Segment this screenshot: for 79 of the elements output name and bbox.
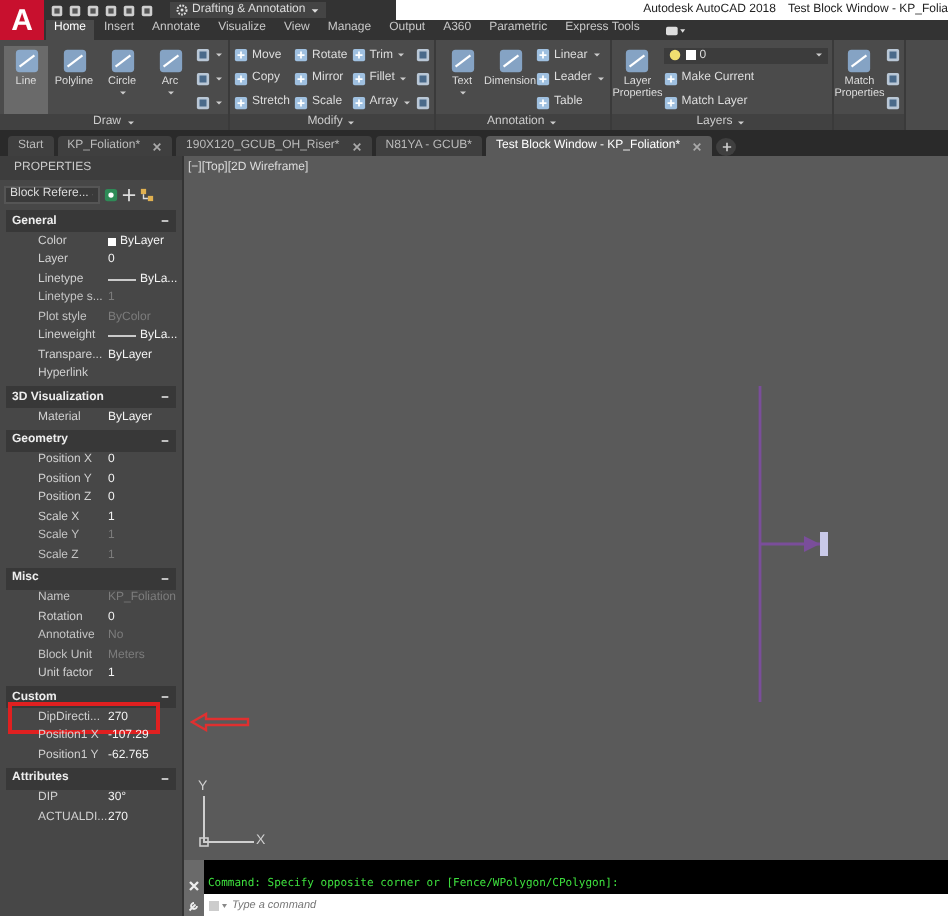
caret-icon[interactable] [346, 119, 357, 125]
plus-icon[interactable] [721, 142, 732, 152]
caret-icon[interactable] [736, 119, 747, 125]
tool-icon [624, 47, 651, 73]
wrench-icon[interactable] [188, 900, 200, 912]
toggle-pickadd-icon[interactable] [104, 187, 118, 201]
caret-icon[interactable] [309, 5, 320, 15]
tool-icon [234, 95, 248, 110]
caret-icon[interactable] [548, 119, 559, 125]
color-swatch [685, 50, 696, 60]
caret-icon[interactable] [398, 75, 409, 82]
tool-icon [294, 48, 309, 63]
collapse-icon[interactable] [160, 573, 170, 583]
ribbon-options-icon[interactable] [665, 25, 686, 35]
quick-access-icon[interactable] [86, 3, 100, 17]
ribbon-tool-button[interactable] [196, 46, 224, 65]
quick-access-icon[interactable] [122, 3, 136, 17]
color-swatch [108, 237, 116, 246]
select-objects-icon[interactable] [122, 187, 136, 201]
tool-icon [294, 71, 309, 86]
tool-icon [234, 48, 248, 63]
tool-icon [449, 47, 476, 73]
tool-icon [536, 71, 551, 86]
ribbon-tool-button[interactable] [416, 46, 431, 65]
close-icon[interactable] [692, 141, 703, 151]
ribbon-tool-button[interactable] [885, 93, 900, 112]
tool-icon [157, 47, 183, 73]
ribbon-tool-button[interactable] [885, 46, 900, 65]
collapse-icon[interactable] [160, 773, 170, 783]
collapse-icon[interactable] [160, 216, 170, 226]
caret-icon[interactable] [214, 52, 224, 59]
collapse-icon[interactable] [160, 392, 170, 402]
ribbon-tool-button[interactable] [416, 93, 431, 112]
tool-icon [351, 95, 366, 110]
ucs-icon [198, 796, 258, 848]
tool-icon [663, 95, 678, 109]
ribbon-tool-button[interactable] [196, 69, 224, 88]
recent-commands-icon[interactable] [208, 899, 228, 911]
line-sample-icon [108, 334, 136, 339]
tool-icon [234, 71, 248, 86]
bulb-icon [667, 48, 682, 62]
caret-icon[interactable] [591, 52, 602, 59]
collapse-icon[interactable] [160, 692, 170, 702]
quick-access-icon[interactable] [104, 3, 118, 17]
tool-icon [846, 47, 873, 73]
quick-select-icon[interactable] [140, 187, 154, 201]
tool-icon [13, 47, 39, 73]
tool-icon [663, 71, 678, 85]
close-icon[interactable] [351, 141, 362, 151]
line-sample-icon [108, 277, 136, 282]
gear-icon[interactable] [176, 4, 188, 16]
close-icon[interactable] [152, 141, 163, 151]
tool-icon [109, 47, 135, 73]
caret-icon[interactable] [813, 52, 824, 58]
app-menu-button[interactable]: A [0, 0, 44, 40]
new-tab-button[interactable] [716, 138, 737, 156]
caret-icon[interactable] [457, 89, 468, 95]
tool-icon [536, 48, 551, 63]
collapse-icon[interactable] [160, 435, 170, 445]
quick-access-icon[interactable] [140, 3, 154, 17]
tool-icon [294, 95, 309, 110]
tool-icon [497, 47, 524, 73]
caret-icon[interactable] [117, 89, 127, 95]
tool-icon [351, 71, 366, 86]
caret-icon[interactable] [214, 99, 224, 106]
caret-icon[interactable] [165, 89, 175, 95]
caret-icon[interactable] [214, 75, 224, 82]
tool-icon [536, 95, 551, 110]
caret-icon[interactable] [125, 119, 135, 125]
quick-access-icon[interactable] [68, 3, 82, 17]
caret-icon[interactable] [402, 99, 413, 106]
tool-icon [61, 47, 87, 73]
tool-icon [351, 48, 366, 63]
ribbon-tool-button[interactable] [416, 69, 431, 88]
caret-icon[interactable] [396, 52, 407, 59]
ribbon-tool-button[interactable] [885, 69, 900, 88]
quick-access-icon[interactable] [50, 3, 64, 17]
ribbon-tool-button[interactable] [196, 93, 224, 112]
caret-icon[interactable] [595, 75, 606, 82]
